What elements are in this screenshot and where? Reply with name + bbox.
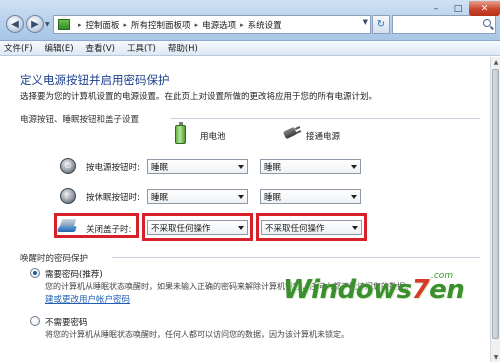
no-password-radio[interactable]	[30, 316, 40, 326]
menu-tools[interactable]: 工具(T)	[127, 42, 156, 54]
section-label-buttons: 电源按钮、睡眠按钮和盖子设置	[20, 115, 140, 125]
content-area: 定义电源按钮并启用密码保护 选择要为您的计算机设置的电源设置。在此页上对设置所做…	[0, 57, 500, 362]
scrollbar-thumb[interactable]	[492, 69, 499, 339]
address-bar[interactable]: ▸ 控制面板 ▸ 所有控制面板项 ▸ 电源选项 ▸ 系统设置 ▼	[53, 15, 371, 34]
breadcrumb-all-items[interactable]: 所有控制面板项	[131, 19, 191, 31]
menu-edit[interactable]: 编辑(E)	[45, 42, 74, 54]
forward-arrow-icon: ▶	[31, 18, 39, 30]
title-bar: ◀ ▶ ▼ ▸ 控制面板 ▸ 所有控制面板项 ▸ 电源选项 ▸ 系统设置 ▼ ↻…	[0, 0, 500, 41]
address-dropdown-icon[interactable]: ▼	[363, 18, 368, 26]
chevron-down-icon	[238, 165, 244, 169]
no-password-description: 将您的计算机从睡眠状态唤醒时，任何人都可以访问您的数据，因为该计算机未锁定。	[45, 330, 349, 339]
sleep-button-icon: ☾	[60, 188, 76, 204]
battery-icon	[175, 122, 186, 144]
no-password-label[interactable]: 不需要密码	[45, 316, 88, 328]
refresh-button[interactable]: ↻	[372, 15, 390, 34]
laptop-lid-icon	[56, 219, 78, 235]
back-button[interactable]: ◀	[6, 15, 24, 33]
select-value: 睡眠	[264, 162, 282, 173]
menu-view[interactable]: 查看(V)	[86, 42, 115, 54]
minimize-button[interactable]: –	[425, 1, 447, 16]
power-button-plugged-select[interactable]: 睡眠	[260, 159, 361, 174]
lid-close-battery-select[interactable]: 不采取任何操作	[147, 220, 248, 235]
page-description: 选择要为您的计算机设置的电源设置。在此页上对设置所做的更改将应用于您的所有电源计…	[20, 92, 378, 102]
sleep-button-plugged-select[interactable]: 睡眠	[260, 189, 361, 204]
breadcrumb-separator-icon[interactable]: ▸	[195, 21, 199, 29]
breadcrumb-power-options[interactable]: 电源选项	[202, 19, 236, 31]
maximize-button[interactable]: □	[447, 1, 469, 16]
column-battery: 用电池	[200, 132, 226, 142]
refresh-icon: ↻	[376, 19, 386, 30]
breadcrumb-control-panel[interactable]: 控制面板	[86, 19, 120, 31]
scroll-down-icon[interactable]: ▼	[491, 352, 500, 362]
chevron-down-icon	[351, 165, 357, 169]
search-icon	[483, 19, 491, 27]
lid-close-label: 关闭盖子时:	[86, 225, 132, 235]
control-panel-icon	[58, 19, 70, 30]
plug-icon	[280, 126, 302, 140]
select-value: 睡眠	[264, 192, 282, 203]
sleep-button-label: 按休眠按钮时:	[86, 193, 140, 203]
require-password-radio[interactable]	[30, 268, 40, 278]
forward-button[interactable]: ▶	[26, 15, 44, 33]
power-button-battery-select[interactable]: 睡眠	[147, 159, 248, 174]
select-value: 睡眠	[151, 162, 169, 173]
lid-close-plugged-select[interactable]: 不采取任何操作	[261, 220, 362, 235]
require-password-label[interactable]: 需要密码(推荐)	[45, 268, 103, 280]
search-input[interactable]	[392, 15, 496, 34]
power-button-label: 按电源按钮时:	[86, 163, 140, 173]
select-value: 不采取任何操作	[265, 223, 325, 234]
windows7en-watermark-logo: Windows7en .com	[283, 271, 465, 305]
page-title: 定义电源按钮并启用密码保护	[20, 73, 170, 87]
breadcrumb-system-settings[interactable]: 系统设置	[248, 19, 282, 31]
column-plugged-in: 接通电源	[306, 132, 341, 142]
menu-help[interactable]: 帮助(H)	[168, 42, 198, 54]
breadcrumb-separator-icon[interactable]: ▸	[78, 21, 82, 29]
menu-file[interactable]: 文件(F)	[4, 42, 33, 54]
chevron-down-icon	[238, 226, 244, 230]
section-divider	[170, 118, 480, 119]
chevron-down-icon	[352, 226, 358, 230]
back-arrow-icon: ◀	[11, 18, 19, 30]
breadcrumb-separator-icon[interactable]: ▸	[124, 21, 128, 29]
select-value: 不采取任何操作	[151, 223, 211, 234]
vertical-scrollbar[interactable]: ▲ ▼	[490, 57, 500, 362]
section-label-password: 唤醒时的密码保护	[20, 254, 89, 264]
breadcrumb-separator-icon[interactable]: ▸	[240, 21, 244, 29]
menu-bar: 文件(F) 编辑(E) 查看(V) 工具(T) 帮助(H)	[0, 41, 500, 56]
change-password-link[interactable]: 建或更改用户帐户密码	[45, 293, 130, 305]
power-button-icon: ⏻	[60, 158, 76, 174]
chevron-down-icon	[351, 195, 357, 199]
scroll-up-icon[interactable]: ▲	[491, 57, 500, 67]
chevron-down-icon	[238, 195, 244, 199]
select-value: 睡眠	[151, 192, 169, 203]
sleep-button-battery-select[interactable]: 睡眠	[147, 189, 248, 204]
section-divider	[112, 257, 480, 258]
history-dropdown-icon[interactable]: ▼	[45, 21, 50, 28]
close-button[interactable]: ✕	[469, 1, 500, 16]
